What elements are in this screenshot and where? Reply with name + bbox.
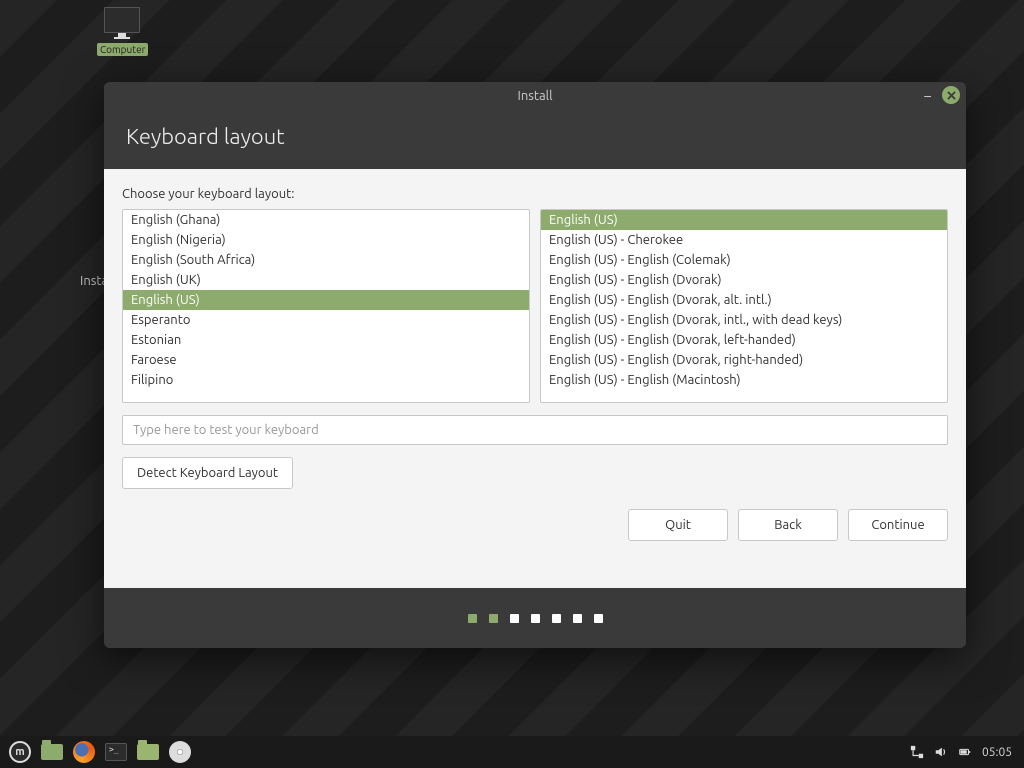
- progress-dot: [510, 614, 519, 623]
- desktop-icon-label: Computer: [97, 43, 148, 56]
- close-button[interactable]: [942, 86, 960, 104]
- taskbar-firefox[interactable]: [70, 739, 98, 765]
- quit-button[interactable]: Quit: [628, 509, 728, 541]
- layout-language-list[interactable]: English (Ghana)English (Nigeria)English …: [122, 209, 530, 403]
- progress-dot: [552, 614, 561, 623]
- taskbar: m 05:05: [0, 736, 1024, 768]
- list-item[interactable]: English (US) - English (Dvorak): [541, 270, 947, 290]
- list-item[interactable]: English (US) - Cherokee: [541, 230, 947, 250]
- taskbar-terminal[interactable]: [102, 739, 130, 765]
- layout-variant-list[interactable]: English (US)English (US) - CherokeeEngli…: [540, 209, 948, 403]
- disc-icon: [169, 741, 191, 763]
- mint-logo-icon: m: [9, 741, 31, 763]
- firefox-icon: [73, 741, 95, 763]
- taskbar-show-desktop[interactable]: [38, 739, 66, 765]
- progress-dots: [104, 588, 966, 648]
- files-icon: [137, 744, 159, 760]
- list-item[interactable]: English (Ghana): [123, 210, 529, 230]
- titlebar[interactable]: Install −: [104, 82, 966, 110]
- progress-dot: [468, 614, 477, 623]
- list-item[interactable]: Estonian: [123, 330, 529, 350]
- close-icon: [947, 91, 956, 100]
- detect-layout-button[interactable]: Detect Keyboard Layout: [122, 457, 293, 489]
- content-area: Choose your keyboard layout: English (Gh…: [104, 169, 966, 588]
- list-item[interactable]: Faroese: [123, 350, 529, 370]
- progress-dot: [489, 614, 498, 623]
- progress-dot: [531, 614, 540, 623]
- list-item[interactable]: English (Nigeria): [123, 230, 529, 250]
- list-item[interactable]: English (US) - English (Colemak): [541, 250, 947, 270]
- list-item[interactable]: Esperanto: [123, 310, 529, 330]
- list-item[interactable]: English (US) - English (Dvorak, right-ha…: [541, 350, 947, 370]
- desktop-icon-computer[interactable]: Computer: [97, 7, 147, 57]
- list-item[interactable]: English (US) - English (Dvorak, alt. int…: [541, 290, 947, 310]
- back-button[interactable]: Back: [738, 509, 838, 541]
- list-item[interactable]: Filipino: [123, 370, 529, 390]
- list-item[interactable]: English (US): [123, 290, 529, 310]
- network-icon[interactable]: [910, 745, 924, 759]
- clock[interactable]: 05:05: [982, 746, 1012, 759]
- folder-icon: [41, 744, 63, 760]
- continue-button[interactable]: Continue: [848, 509, 948, 541]
- page-title: Keyboard layout: [104, 110, 966, 169]
- list-item[interactable]: English (US): [541, 210, 947, 230]
- list-item[interactable]: English (US) - English (Dvorak, intl., w…: [541, 310, 947, 330]
- minimize-button[interactable]: −: [924, 87, 932, 104]
- keyboard-test-input[interactable]: [122, 415, 948, 445]
- taskbar-files[interactable]: [134, 739, 162, 765]
- list-item[interactable]: English (US) - English (Dvorak, left-han…: [541, 330, 947, 350]
- volume-icon[interactable]: [934, 745, 948, 759]
- list-item[interactable]: English (US) - English (Macintosh): [541, 370, 947, 390]
- list-item[interactable]: English (UK): [123, 270, 529, 290]
- taskbar-installer[interactable]: [166, 739, 194, 765]
- menu-button[interactable]: m: [6, 739, 34, 765]
- window-title: Install: [518, 89, 553, 103]
- list-item[interactable]: English (South Africa): [123, 250, 529, 270]
- monitor-icon: [104, 7, 140, 33]
- installer-window: Install − Keyboard layout Choose your ke…: [104, 82, 966, 648]
- progress-dot: [573, 614, 582, 623]
- terminal-icon: [105, 743, 127, 761]
- progress-dot: [594, 614, 603, 623]
- prompt-text: Choose your keyboard layout:: [122, 187, 948, 201]
- battery-icon[interactable]: [958, 745, 972, 759]
